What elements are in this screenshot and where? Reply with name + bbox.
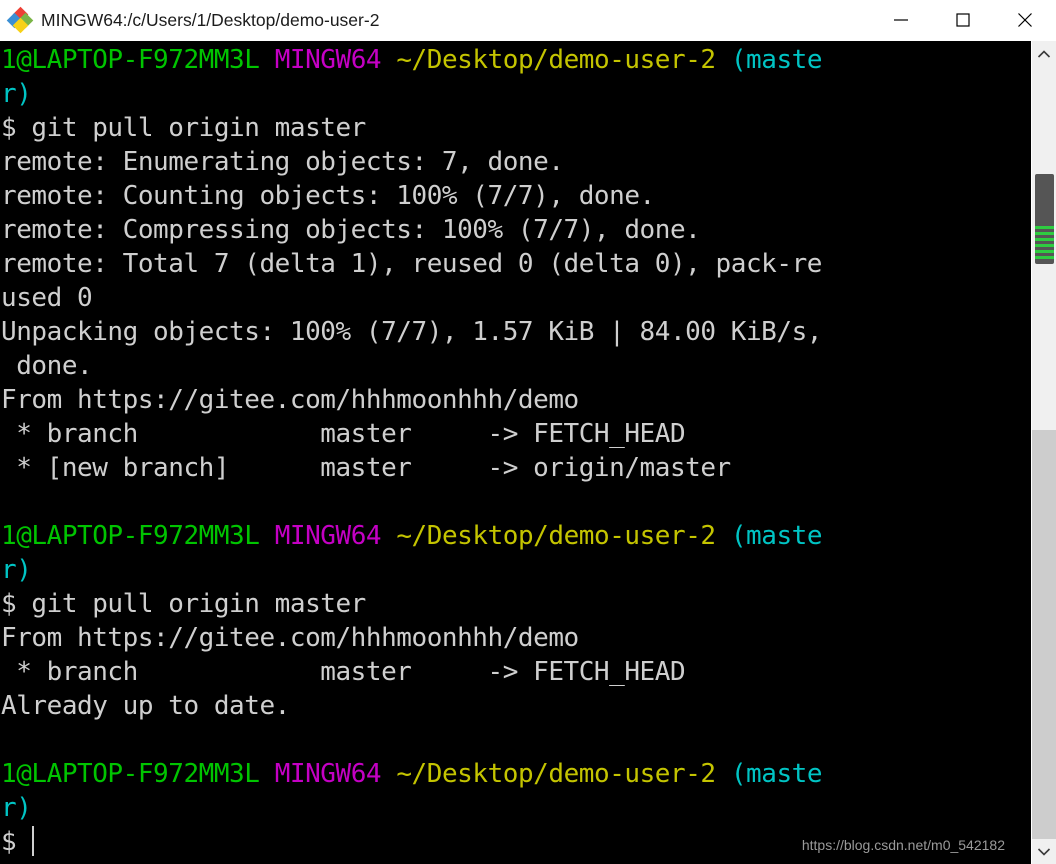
git-bash-diamond-icon (6, 6, 34, 34)
window-controls (870, 0, 1056, 41)
terminal-text-white: From https://gitee.com/hhhmoonhhh/demo (1, 385, 579, 415)
window-title: MINGW64:/c/Users/1/Desktop/demo-user-2 (41, 9, 380, 30)
terminal-text-white: remote: Total 7 (delta 1), reused 0 (del… (1, 249, 822, 279)
terminal-line: From https://gitee.com/hhhmoonhhh/demo (1, 383, 1031, 417)
chevron-up-icon (1037, 49, 1051, 58)
terminal-text-white: done. (1, 351, 93, 381)
scrollbar-thumb-stripes (1035, 226, 1054, 262)
terminal-text-white: * branch master -> FETCH_HEAD (1, 657, 686, 687)
terminal-text-white (259, 521, 274, 551)
terminal-text-magenta: MINGW64 (274, 45, 382, 75)
chevron-down-icon (1037, 847, 1051, 856)
terminal-text-white (716, 45, 731, 75)
terminal-text-green: 1@LAPTOP-F972MM3L (1, 45, 260, 75)
terminal-output: 1@LAPTOP-F972MM3L MINGW64 ~/Desktop/demo… (0, 41, 1031, 859)
terminal-text-magenta: MINGW64 (274, 521, 382, 551)
terminal-text-cyan: r) (1, 79, 32, 109)
terminal-text-white: remote: Compressing objects: 100% (7/7),… (1, 215, 701, 245)
vertical-scrollbar[interactable] (1031, 41, 1056, 864)
scrollbar-thumb[interactable] (1035, 174, 1054, 264)
terminal-text-yellow: ~/Desktop/demo-user-2 (396, 45, 716, 75)
close-button[interactable] (994, 0, 1056, 41)
terminal-text-white: $ git pull origin master (1, 589, 366, 619)
scroll-down-button[interactable] (1032, 839, 1056, 864)
minimize-icon (894, 19, 908, 21)
terminal-line: remote: Compressing objects: 100% (7/7),… (1, 213, 1031, 247)
terminal-line: Unpacking objects: 100% (7/7), 1.57 KiB … (1, 315, 1031, 349)
terminal-line: remote: Counting objects: 100% (7/7), do… (1, 179, 1031, 213)
scrollbar-track-lower[interactable] (1032, 430, 1056, 839)
terminal-line: remote: Enumerating objects: 7, done. (1, 145, 1031, 179)
terminal-line: done. (1, 349, 1031, 383)
terminal-text-cyan: (maste (730, 759, 823, 789)
terminal-text-white (716, 759, 731, 789)
text-cursor (32, 826, 35, 856)
terminal-text-cyan: r) (1, 793, 32, 823)
terminal-line: * [new branch] master -> origin/master (1, 451, 1031, 485)
terminal-text-white: used 0 (1, 283, 93, 313)
terminal-text-cyan: r) (1, 555, 32, 585)
terminal-text-white: Already up to date. (1, 691, 290, 721)
terminal-line: $ git pull origin master (1, 587, 1031, 621)
terminal-line: r) (1, 553, 1031, 587)
terminal-screen[interactable]: 1@LAPTOP-F972MM3L MINGW64 ~/Desktop/demo… (0, 41, 1031, 864)
terminal-line: 1@LAPTOP-F972MM3L MINGW64 ~/Desktop/demo… (1, 519, 1031, 553)
terminal-text-white (381, 759, 396, 789)
terminal-text-magenta: MINGW64 (274, 759, 382, 789)
terminal-text-white: $ (1, 827, 17, 857)
terminal-text-cyan: (maste (730, 45, 823, 75)
terminal-line: From https://gitee.com/hhhmoonhhh/demo (1, 621, 1031, 655)
terminal-line: Already up to date. (1, 689, 1031, 723)
title-bar[interactable]: MINGW64:/c/Users/1/Desktop/demo-user-2 (0, 0, 1056, 41)
scroll-up-button[interactable] (1032, 41, 1056, 66)
terminal-text-white (716, 521, 731, 551)
terminal-text-green: 1@LAPTOP-F972MM3L (1, 759, 260, 789)
scrollbar-track[interactable] (1032, 66, 1056, 839)
terminal-text-white: remote: Counting objects: 100% (7/7), do… (1, 181, 655, 211)
terminal-text-yellow: ~/Desktop/demo-user-2 (396, 759, 716, 789)
terminal-body: 1@LAPTOP-F972MM3L MINGW64 ~/Desktop/demo… (0, 41, 1056, 864)
terminal-line: remote: Total 7 (delta 1), reused 0 (del… (1, 247, 1031, 281)
terminal-text-cyan: (maste (730, 521, 823, 551)
terminal-text-white: * [new branch] master -> origin/master (1, 453, 731, 483)
terminal-text-white (381, 45, 396, 75)
terminal-text-white (259, 759, 274, 789)
terminal-line: * branch master -> FETCH_HEAD (1, 417, 1031, 451)
close-icon (1018, 13, 1032, 27)
terminal-text-white: Unpacking objects: 100% (7/7), 1.57 KiB … (1, 317, 822, 347)
terminal-line: used 0 (1, 281, 1031, 315)
minimize-button[interactable] (870, 0, 932, 41)
terminal-line: * branch master -> FETCH_HEAD (1, 655, 1031, 689)
terminal-line: r) (1, 791, 1031, 825)
terminal-window: MINGW64:/c/Users/1/Desktop/demo-user-2 1… (0, 0, 1056, 864)
terminal-text-white: From https://gitee.com/hhhmoonhhh/demo (1, 623, 579, 653)
terminal-line: $ git pull origin master (1, 111, 1031, 145)
terminal-text-white: $ git pull origin master (1, 113, 366, 143)
terminal-text-white (381, 521, 396, 551)
terminal-text-yellow: ~/Desktop/demo-user-2 (396, 521, 716, 551)
terminal-text-white: * branch master -> FETCH_HEAD (1, 419, 686, 449)
terminal-text-green: 1@LAPTOP-F972MM3L (1, 521, 260, 551)
terminal-line: $ (1, 825, 1031, 859)
terminal-text-white (259, 45, 274, 75)
maximize-button[interactable] (932, 0, 994, 41)
terminal-line: r) (1, 77, 1031, 111)
terminal-line: 1@LAPTOP-F972MM3L MINGW64 ~/Desktop/demo… (1, 757, 1031, 791)
terminal-text-white: remote: Enumerating objects: 7, done. (1, 147, 564, 177)
terminal-line: 1@LAPTOP-F972MM3L MINGW64 ~/Desktop/demo… (1, 43, 1031, 77)
maximize-icon (956, 13, 970, 27)
